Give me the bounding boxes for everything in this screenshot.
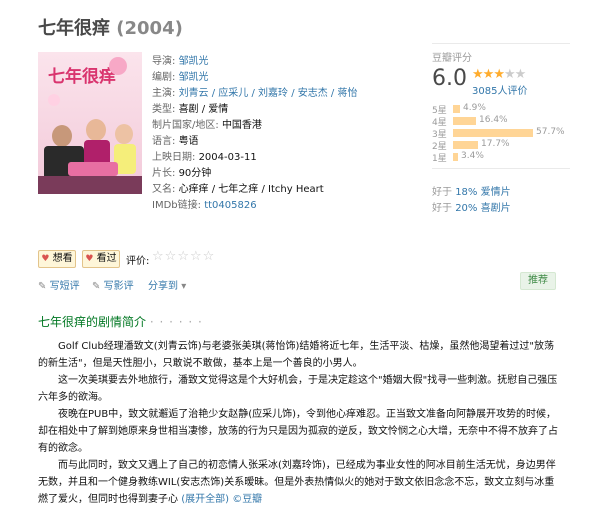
summary-paragraph-3: 夜晚在PUB中，致文就邂逅了治艳少女赵静(应采儿饰)，令到他心痒难忍。正当致文准… [38,409,558,454]
release-date-value: 2004-03-11 [198,152,257,163]
heading-dots: · · · · · · [149,315,203,329]
info-genre: 类型: 喜剧 / 爱情 [152,100,228,115]
info-label: 语言: [152,136,176,147]
info-director: 导演: 邹凯光 [152,52,209,67]
divider [432,43,570,44]
movie-title: 七年很痒 [38,18,110,39]
write-review-label: 写影评 [103,281,134,292]
runtime-value: 90分钟 [178,168,212,179]
rating-bar [453,141,478,149]
summary-heading-text: 七年很痒的剧情简介 [38,315,147,329]
star-outline-icon[interactable]: ☆ [165,249,178,264]
better-prefix: 好于 [432,187,452,198]
rating-bar [453,105,460,113]
better-prefix: 好于 [432,203,452,214]
star-icon: ★ [493,67,505,82]
summary-paragraph-4-text: 而与此同时，致文又遇上了自己的初恋情人张采冰(刘嘉玲饰)，已经成为事业女性的阿冰… [38,460,556,505]
rating-score: 6.0 [432,66,467,91]
rating-pct: 57.7% [536,127,565,137]
better-than-romance: 好于 18% 爱情片 [432,183,511,198]
writer-link[interactable]: 邹凯光 [179,72,209,83]
better-genre-link[interactable]: 喜剧片 [481,203,511,214]
info-country: 制片国家/地区: 中国香港 [152,116,262,131]
star-empty-icon: ★ [503,67,516,82]
info-writer: 编剧: 邹凯光 [152,68,209,83]
write-review-link[interactable]: ✎ 写影评 [92,277,134,292]
share-label: 分享到 [148,281,178,292]
director-link[interactable]: 邹凯光 [179,56,209,67]
want-label: 想看 [52,253,73,264]
want-to-watch-button[interactable]: ♥ 想看 [38,250,76,268]
poster-image[interactable]: 七年很痒 [38,52,142,194]
aka-value: 心痒痒 / 七年之痒 / Itchy Heart [178,184,324,195]
rating-pct: 4.9% [463,103,486,113]
star-outline-icon[interactable]: ☆ [177,249,190,264]
votes-link[interactable]: 3085人评价 [472,82,527,97]
info-label: 上映日期: [152,152,196,163]
info-label: 导演: [152,56,176,67]
info-cast: 主演: 刘青云 / 应采儿 / 刘嘉玲 / 安志杰 / 蒋怡 [152,84,357,99]
share-dropdown[interactable]: 分享到 ▾ [148,277,186,292]
write-short-review-link[interactable]: ✎ 写短评 [38,277,80,292]
imdb-link[interactable]: tt0405826 [204,200,256,211]
better-than-comedy: 好于 20% 喜剧片 [432,199,511,214]
heart-icon: ♥ [41,254,50,264]
info-label: 又名: [152,184,176,195]
better-pct[interactable]: 18% [455,187,477,198]
divider [432,168,570,169]
copyright-text: ©豆瓣 [232,494,263,505]
summary-paragraph-4: 而与此同时，致文又遇上了自己的初恋情人张采冰(刘嘉玲饰)，已经成为事业女性的阿冰… [38,457,558,508]
star-empty-icon: ★ [514,67,527,82]
rating-header: 豆瓣评分 [432,53,472,64]
svg-text:七年很痒: 七年很痒 [48,66,116,87]
summary-paragraph-1: Golf Club经理潘致文(刘青云饰)与老婆张美琪(蒋怡饰)结婚将近七年，生活… [38,341,554,369]
info-label: IMDb链接: [152,200,201,211]
page-title: 七年很痒 (2004) [38,14,183,40]
info-label: 类型: [152,104,176,115]
info-label: 片长: [152,168,176,179]
summary-heading: 七年很痒的剧情简介 · · · · · · [38,313,203,330]
rating-stars: ★★★★★ [472,67,527,82]
heart-icon: ♥ [85,254,94,264]
rating-bar [453,129,533,137]
info-language: 语言: 粤语 [152,132,199,147]
rating-bar [453,153,458,161]
better-pct[interactable]: 20% [455,203,477,214]
info-runtime: 片长: 90分钟 [152,164,211,179]
country-value: 中国香港 [221,120,262,131]
rate-label: 评价: [126,256,150,267]
rate-stars-input[interactable]: ☆☆☆☆☆ [152,249,215,264]
info-label: 编剧: [152,72,176,83]
star-outline-icon[interactable]: ☆ [203,249,216,264]
rating-pct: 16.4% [479,115,508,125]
star-outline-icon[interactable]: ☆ [190,249,203,264]
summary-paragraph-2: 这一次美琪要去外地旅行，潘致文觉得这是个大好机会，于是决定趁这个"婚姻大假"找寻… [38,375,558,403]
chevron-down-icon: ▾ [181,281,187,292]
watched-label: 看过 [96,253,117,264]
better-genre-link[interactable]: 爱情片 [481,187,511,198]
pencil-icon: ✎ [38,281,47,292]
language-value: 粤语 [178,136,199,147]
rating-pct: 17.7% [481,139,510,149]
write-short-review-label: 写短评 [49,281,80,292]
info-label: 主演: [152,88,176,99]
rating-bar [453,117,476,125]
genre-value: 喜剧 / 爱情 [178,104,229,115]
info-label: 制片国家/地区: [152,120,219,131]
info-imdb: IMDb链接: tt0405826 [152,196,257,211]
info-aka: 又名: 心痒痒 / 七年之痒 / Itchy Heart [152,180,324,195]
star-label: 1星 [432,154,447,164]
expand-all-link[interactable]: (展开全部) [181,494,229,505]
star-outline-icon[interactable]: ☆ [152,249,165,264]
cast-links[interactable]: 刘青云 / 应采儿 / 刘嘉玲 / 安志杰 / 蒋怡 [179,88,358,99]
star-icon: ★ [472,67,484,82]
recommend-button[interactable]: 推荐 [520,272,556,290]
star-icon: ★ [482,67,495,82]
movie-year: (2004) [116,18,183,39]
poster-graphic: 七年很痒 [38,52,142,194]
watched-button[interactable]: ♥ 看过 [82,250,120,268]
info-release-date: 上映日期: 2004-03-11 [152,148,257,163]
rating-pct: 3.4% [461,151,484,161]
pencil-icon: ✎ [92,281,101,292]
